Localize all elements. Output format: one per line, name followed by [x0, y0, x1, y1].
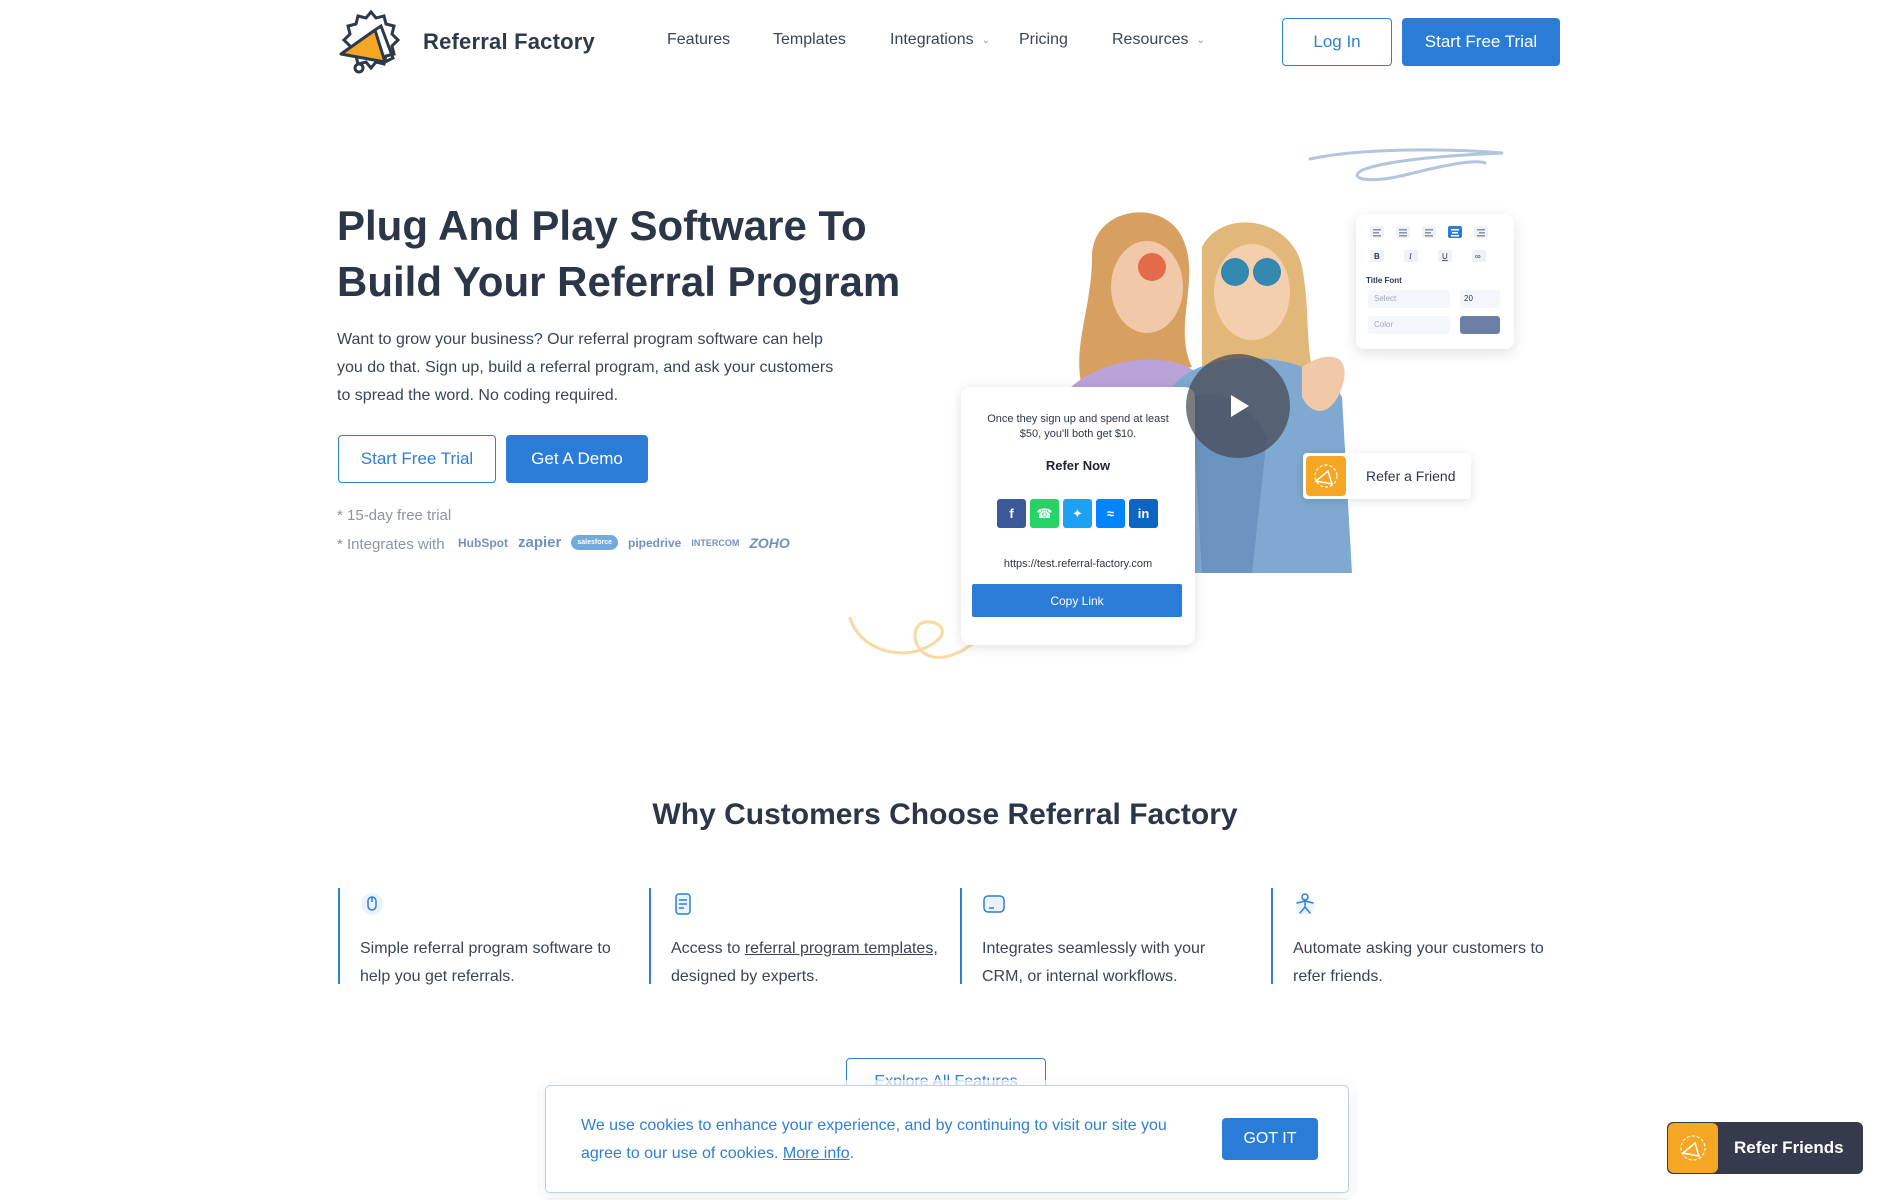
- refer-friends-widget[interactable]: Refer Friends: [1667, 1122, 1863, 1174]
- nav-label: Pricing: [1019, 31, 1068, 48]
- play-video-button[interactable]: [1186, 354, 1290, 458]
- zoho-logo: ZOHO: [749, 534, 790, 551]
- pipedrive-logo: pipedrive: [628, 535, 682, 550]
- whatsapp-icon: ☎: [1030, 499, 1059, 528]
- nav-pricing[interactable]: Pricing: [1019, 31, 1068, 49]
- svg-text:I: I: [1408, 252, 1412, 261]
- facebook-icon: f: [997, 499, 1026, 528]
- megaphone-icon: [1306, 456, 1346, 496]
- refer-now-title: Refer Now: [1045, 458, 1111, 473]
- get-demo-button[interactable]: Get A Demo: [506, 435, 648, 483]
- salesforce-logo: salesforce: [571, 535, 618, 550]
- messenger-icon: ≈: [1096, 499, 1125, 528]
- feature-automate: Automate asking your customers to refer …: [1271, 888, 1561, 985]
- cookie-period: .: [849, 1145, 855, 1162]
- cookie-banner: We use cookies to enhance your experienc…: [546, 1086, 1348, 1192]
- nav-label: Resources: [1112, 31, 1189, 48]
- why-section-title: Why Customers Choose Referral Factory: [652, 798, 1238, 831]
- chevron-down-icon: ⌄: [1196, 34, 1205, 46]
- megaphone-icon: [1668, 1123, 1718, 1173]
- feature-text-suffix: designed by experts.: [671, 968, 819, 985]
- feature-text-prefix: Access to: [671, 940, 745, 957]
- nav-resources[interactable]: Resources ⌄: [1112, 31, 1205, 49]
- nav-label: Integrations: [890, 31, 974, 48]
- template-document-icon: [675, 893, 691, 915]
- editor-toolbar-card: B I U ∞ Title Font Select 20 Color: [1356, 214, 1514, 349]
- share-icons: f ☎ ✦ ≈ in: [997, 499, 1158, 528]
- cookie-message: We use cookies to enhance your experienc…: [581, 1117, 1167, 1162]
- integration-logos: HubSpot zapier salesforce pipedrive INTE…: [458, 534, 790, 551]
- linkedin-icon: in: [1129, 499, 1158, 528]
- refer-friends-label: Refer Friends: [1734, 1138, 1844, 1157]
- twitter-icon: ✦: [1063, 499, 1092, 528]
- hero-subtitle: Want to grow your business? Our referral…: [337, 331, 834, 404]
- nav-templates[interactable]: Templates: [773, 31, 846, 49]
- automation-person-icon: [1296, 893, 1314, 915]
- cookie-more-info-link[interactable]: More info: [783, 1145, 850, 1162]
- decorative-swoosh: [1308, 148, 1504, 182]
- share-url: https://test.referral-factory.com: [1003, 558, 1153, 570]
- trial-note: * 15-day free trial: [337, 507, 452, 524]
- chevron-down-icon: ⌄: [981, 34, 990, 46]
- mouse-click-icon: [361, 893, 383, 915]
- integrates-note: * Integrates with: [337, 536, 445, 553]
- nav-label: Templates: [773, 31, 846, 48]
- refer-a-friend-badge: Refer a Friend: [1303, 453, 1471, 499]
- nav-label: Features: [667, 31, 731, 48]
- feature-text: Access to referral program templates, de…: [671, 935, 939, 991]
- intercom-logo: INTERCOM: [691, 537, 740, 548]
- share-reward-text: Once they sign up and spend at least $50…: [987, 413, 1169, 440]
- share-card: Once they sign up and spend at least $50…: [961, 387, 1195, 645]
- integration-window-icon: [983, 895, 1005, 913]
- editor-select-label: Select: [1374, 294, 1397, 303]
- templates-link[interactable]: referral program templates,: [745, 940, 938, 957]
- hubspot-logo: HubSpot: [458, 535, 508, 550]
- start-trial-hero-button[interactable]: Start Free Trial: [338, 435, 496, 483]
- cookie-got-it-button[interactable]: GOT IT: [1222, 1118, 1318, 1160]
- copy-link-button: Copy Link: [972, 584, 1182, 617]
- feature-text: Automate asking your customers to refer …: [1293, 940, 1544, 985]
- svg-text:B: B: [1374, 252, 1380, 261]
- play-icon: [1231, 395, 1249, 417]
- svg-text:U: U: [1442, 252, 1448, 261]
- feature-integrations: Integrates seamlessly with your CRM, or …: [960, 888, 1250, 985]
- nav-integrations[interactable]: Integrations ⌄: [890, 31, 990, 49]
- svg-text:∞: ∞: [1475, 252, 1481, 261]
- refer-a-friend-label: Refer a Friend: [1366, 468, 1456, 484]
- feature-simple: Simple referral program software to help…: [338, 888, 628, 985]
- editor-color-label: Color: [1374, 320, 1394, 329]
- cookie-text: We use cookies to enhance your experienc…: [581, 1112, 1201, 1168]
- main-nav: Features Templates Integrations ⌄ Pricing…: [0, 31, 1890, 55]
- zapier-logo: zapier: [518, 534, 562, 551]
- feature-text: Integrates seamlessly with your CRM, or …: [982, 940, 1206, 985]
- editor-title-font-label: Title Font: [1366, 276, 1402, 285]
- nav-features[interactable]: Features: [667, 31, 730, 49]
- login-button[interactable]: Log In: [1282, 18, 1392, 66]
- hero-title: Plug And Play Software To Build Your Ref…: [337, 202, 901, 305]
- feature-text: Simple referral program software to help…: [360, 940, 611, 985]
- start-trial-header-button[interactable]: Start Free Trial: [1402, 18, 1560, 66]
- editor-size-value: 20: [1464, 294, 1473, 303]
- feature-templates: Access to referral program templates, de…: [649, 888, 939, 985]
